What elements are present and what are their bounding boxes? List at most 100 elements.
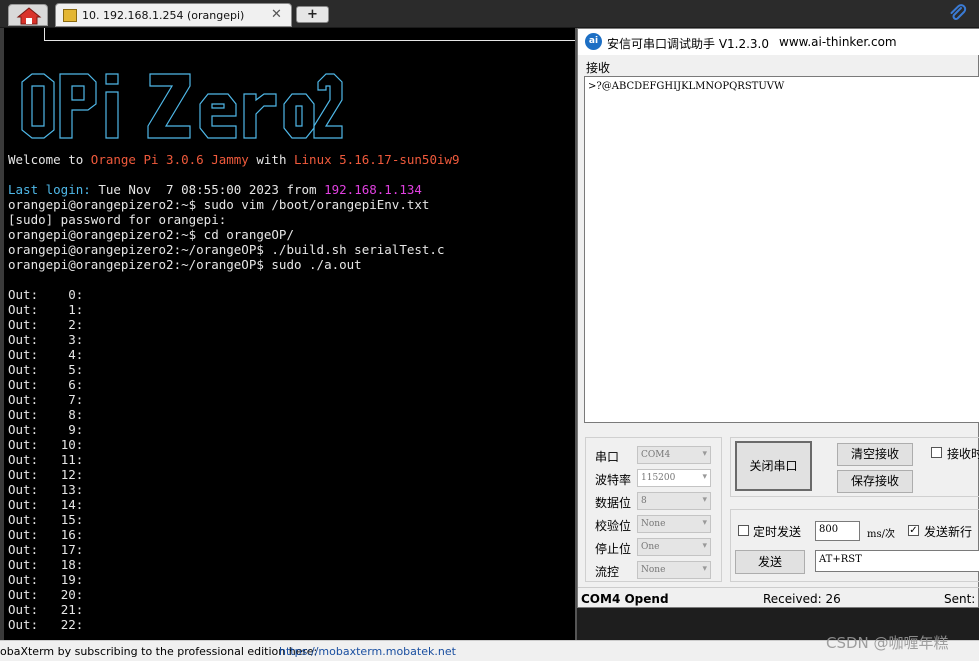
port-label: 串口	[595, 450, 620, 464]
send-newline-checkbox[interactable]: ✓	[908, 525, 919, 536]
home-tab[interactable]	[8, 4, 48, 26]
out-prefix: Out:	[8, 602, 39, 617]
receive-time-label: 接收时	[947, 447, 979, 461]
serial-debug-window: ai 安信可串口调试助手 V1.2.3.0 www.ai-thinker.com…	[577, 28, 979, 608]
terminal-text: orangepi@orangepizero2:~/orangeOP$ sudo …	[8, 257, 362, 272]
terminal-out-line: Out: 0:	[8, 287, 83, 302]
terminal-out-line: Out: 5:	[8, 362, 83, 377]
stopbits-select[interactable]: One ▾	[637, 538, 711, 556]
out-value: 21:	[45, 602, 84, 617]
out-prefix: Out:	[8, 482, 39, 497]
out-prefix: Out:	[8, 377, 39, 392]
terminal-line: orangepi@orangepizero2:~/orangeOP$ sudo …	[8, 257, 460, 272]
port-select-value: COM4	[641, 450, 671, 460]
terminal-text: Last login:	[8, 182, 91, 197]
out-value: 14:	[45, 497, 84, 512]
terminal-out-line: Out: 6:	[8, 377, 83, 392]
ascii-logo-opi-zero2	[21, 73, 343, 139]
close-port-button[interactable]: 关闭串口	[735, 441, 812, 491]
parity-select[interactable]: None ▾	[637, 515, 711, 533]
out-value: 10:	[45, 437, 84, 452]
send-newline-label: 发送新行	[924, 525, 973, 539]
out-prefix: Out:	[8, 467, 39, 482]
close-tab-icon[interactable]: ✕	[271, 7, 282, 22]
out-value: 3:	[45, 332, 84, 347]
terminal-text: [sudo] password for orangepi:	[8, 212, 227, 227]
csdn-watermark: CSDN @咖喱年糕	[826, 634, 949, 652]
save-receive-button[interactable]: 保存接收	[837, 470, 913, 493]
terminal-out-line: Out: 10:	[8, 437, 83, 452]
receive-label: 接收	[586, 61, 611, 75]
chevron-down-icon: ▾	[702, 518, 707, 528]
databits-select-value: 8	[641, 496, 647, 506]
databits-select[interactable]: 8 ▾	[637, 492, 711, 510]
out-value: 15:	[45, 512, 84, 527]
out-prefix: Out:	[8, 332, 39, 347]
stopbits-select-value: One	[641, 542, 660, 552]
status-port: COM4 Opend	[581, 592, 669, 606]
chevron-down-icon: ▾	[702, 472, 707, 482]
out-value: 18:	[45, 557, 84, 572]
terminal-out-line: Out: 20:	[8, 587, 83, 602]
out-value: 12:	[45, 467, 84, 482]
out-prefix: Out:	[8, 392, 39, 407]
stopbits-label: 停止位	[595, 542, 632, 556]
terminal-out-line: Out: 18:	[8, 557, 83, 572]
port-select[interactable]: COM4 ▾	[637, 446, 711, 464]
out-prefix: Out:	[8, 287, 39, 302]
terminal-out-line: Out: 13:	[8, 482, 83, 497]
send-button[interactable]: 发送	[735, 550, 805, 574]
out-prefix: Out:	[8, 542, 39, 557]
terminal-out-line: Out: 22:	[8, 617, 83, 632]
out-prefix: Out:	[8, 437, 39, 452]
clear-receive-button[interactable]: 清空接收	[837, 443, 913, 466]
out-prefix: Out:	[8, 557, 39, 572]
receive-textarea[interactable]: >?@ABCDEFGHIJKLMNOPQRSTUVW	[584, 76, 979, 423]
terminal-text: Tue Nov 7 08:55:00 2023 from	[90, 182, 325, 197]
terminal-text: Linux 5.16.17-sun50iw9	[294, 152, 460, 167]
terminal-text: orangepi@orangepizero2:~$ sudo vim /boot…	[8, 197, 430, 212]
out-value: 8:	[45, 407, 84, 422]
tab-session-title: 10. 192.168.1.254 (orangepi)	[82, 9, 245, 22]
promo-link[interactable]: https://mobaxterm.mobatek.net	[279, 645, 456, 658]
out-value: 0:	[45, 287, 84, 302]
baud-label: 波特率	[595, 473, 632, 487]
terminal-out-line: Out: 8:	[8, 407, 83, 422]
new-tab-button[interactable]: +	[296, 6, 329, 23]
receive-time-checkbox[interactable]	[931, 447, 942, 458]
baud-select[interactable]: 115200 ▾	[637, 469, 711, 487]
terminal-line: Welcome to Orange Pi 3.0.6 Jammy with Li…	[8, 152, 460, 167]
out-value: 22:	[45, 617, 84, 632]
terminal-window[interactable]: Welcome to Orange Pi 3.0.6 Jammy with Li…	[0, 28, 577, 640]
out-value: 20:	[45, 587, 84, 602]
out-value: 13:	[45, 482, 84, 497]
flowcontrol-select-value: None	[641, 565, 666, 575]
website-url: www.ai-thinker.com	[779, 35, 897, 49]
out-value: 6:	[45, 377, 84, 392]
window-title-bar[interactable]: ai 安信可串口调试助手 V1.2.3.0 www.ai-thinker.com	[578, 29, 979, 55]
terminal-counter-output: Out: 0: Out: 1: Out: 2: Out: 3: Out: 4: Out: …	[8, 287, 83, 632]
databits-label: 数据位	[595, 496, 632, 510]
ai-thinker-logo-icon: ai	[585, 33, 602, 50]
send-interval-input[interactable]: 800	[815, 521, 860, 541]
terminal-out-line: Out: 19:	[8, 572, 83, 587]
terminal-line: orangepi@orangepizero2:~$ cd orangeOP/	[8, 227, 460, 242]
terminal-text: 192.168.1.134	[324, 182, 422, 197]
port-settings-group: 串口 COM4 ▾ 波特率 115200 ▾ 数据位 8 ▾ 校验位 None ▾ 停止…	[585, 437, 722, 582]
timed-send-checkbox[interactable]	[738, 525, 749, 536]
terminal-out-line: Out: 21:	[8, 602, 83, 617]
chevron-down-icon: ▾	[702, 449, 707, 459]
paperclip-icon[interactable]	[948, 4, 968, 24]
tab-session[interactable]: 10. 192.168.1.254 (orangepi) ✕	[55, 3, 292, 27]
send-text-input[interactable]: AT+RST	[815, 550, 979, 572]
terminal-line: Last login: Tue Nov 7 08:55:00 2023 from…	[8, 182, 460, 197]
out-prefix: Out:	[8, 617, 39, 632]
terminal-out-line: Out: 14:	[8, 497, 83, 512]
out-value: 19:	[45, 572, 84, 587]
out-prefix: Out:	[8, 422, 39, 437]
flowcontrol-select[interactable]: None ▾	[637, 561, 711, 579]
window-title: 安信可串口调试助手 V1.2.3.0	[607, 37, 770, 51]
tab-bar: 10. 192.168.1.254 (orangepi) ✕ +	[0, 0, 979, 28]
terminal-line: orangepi@orangepizero2:~/orangeOP$ ./bui…	[8, 242, 460, 257]
